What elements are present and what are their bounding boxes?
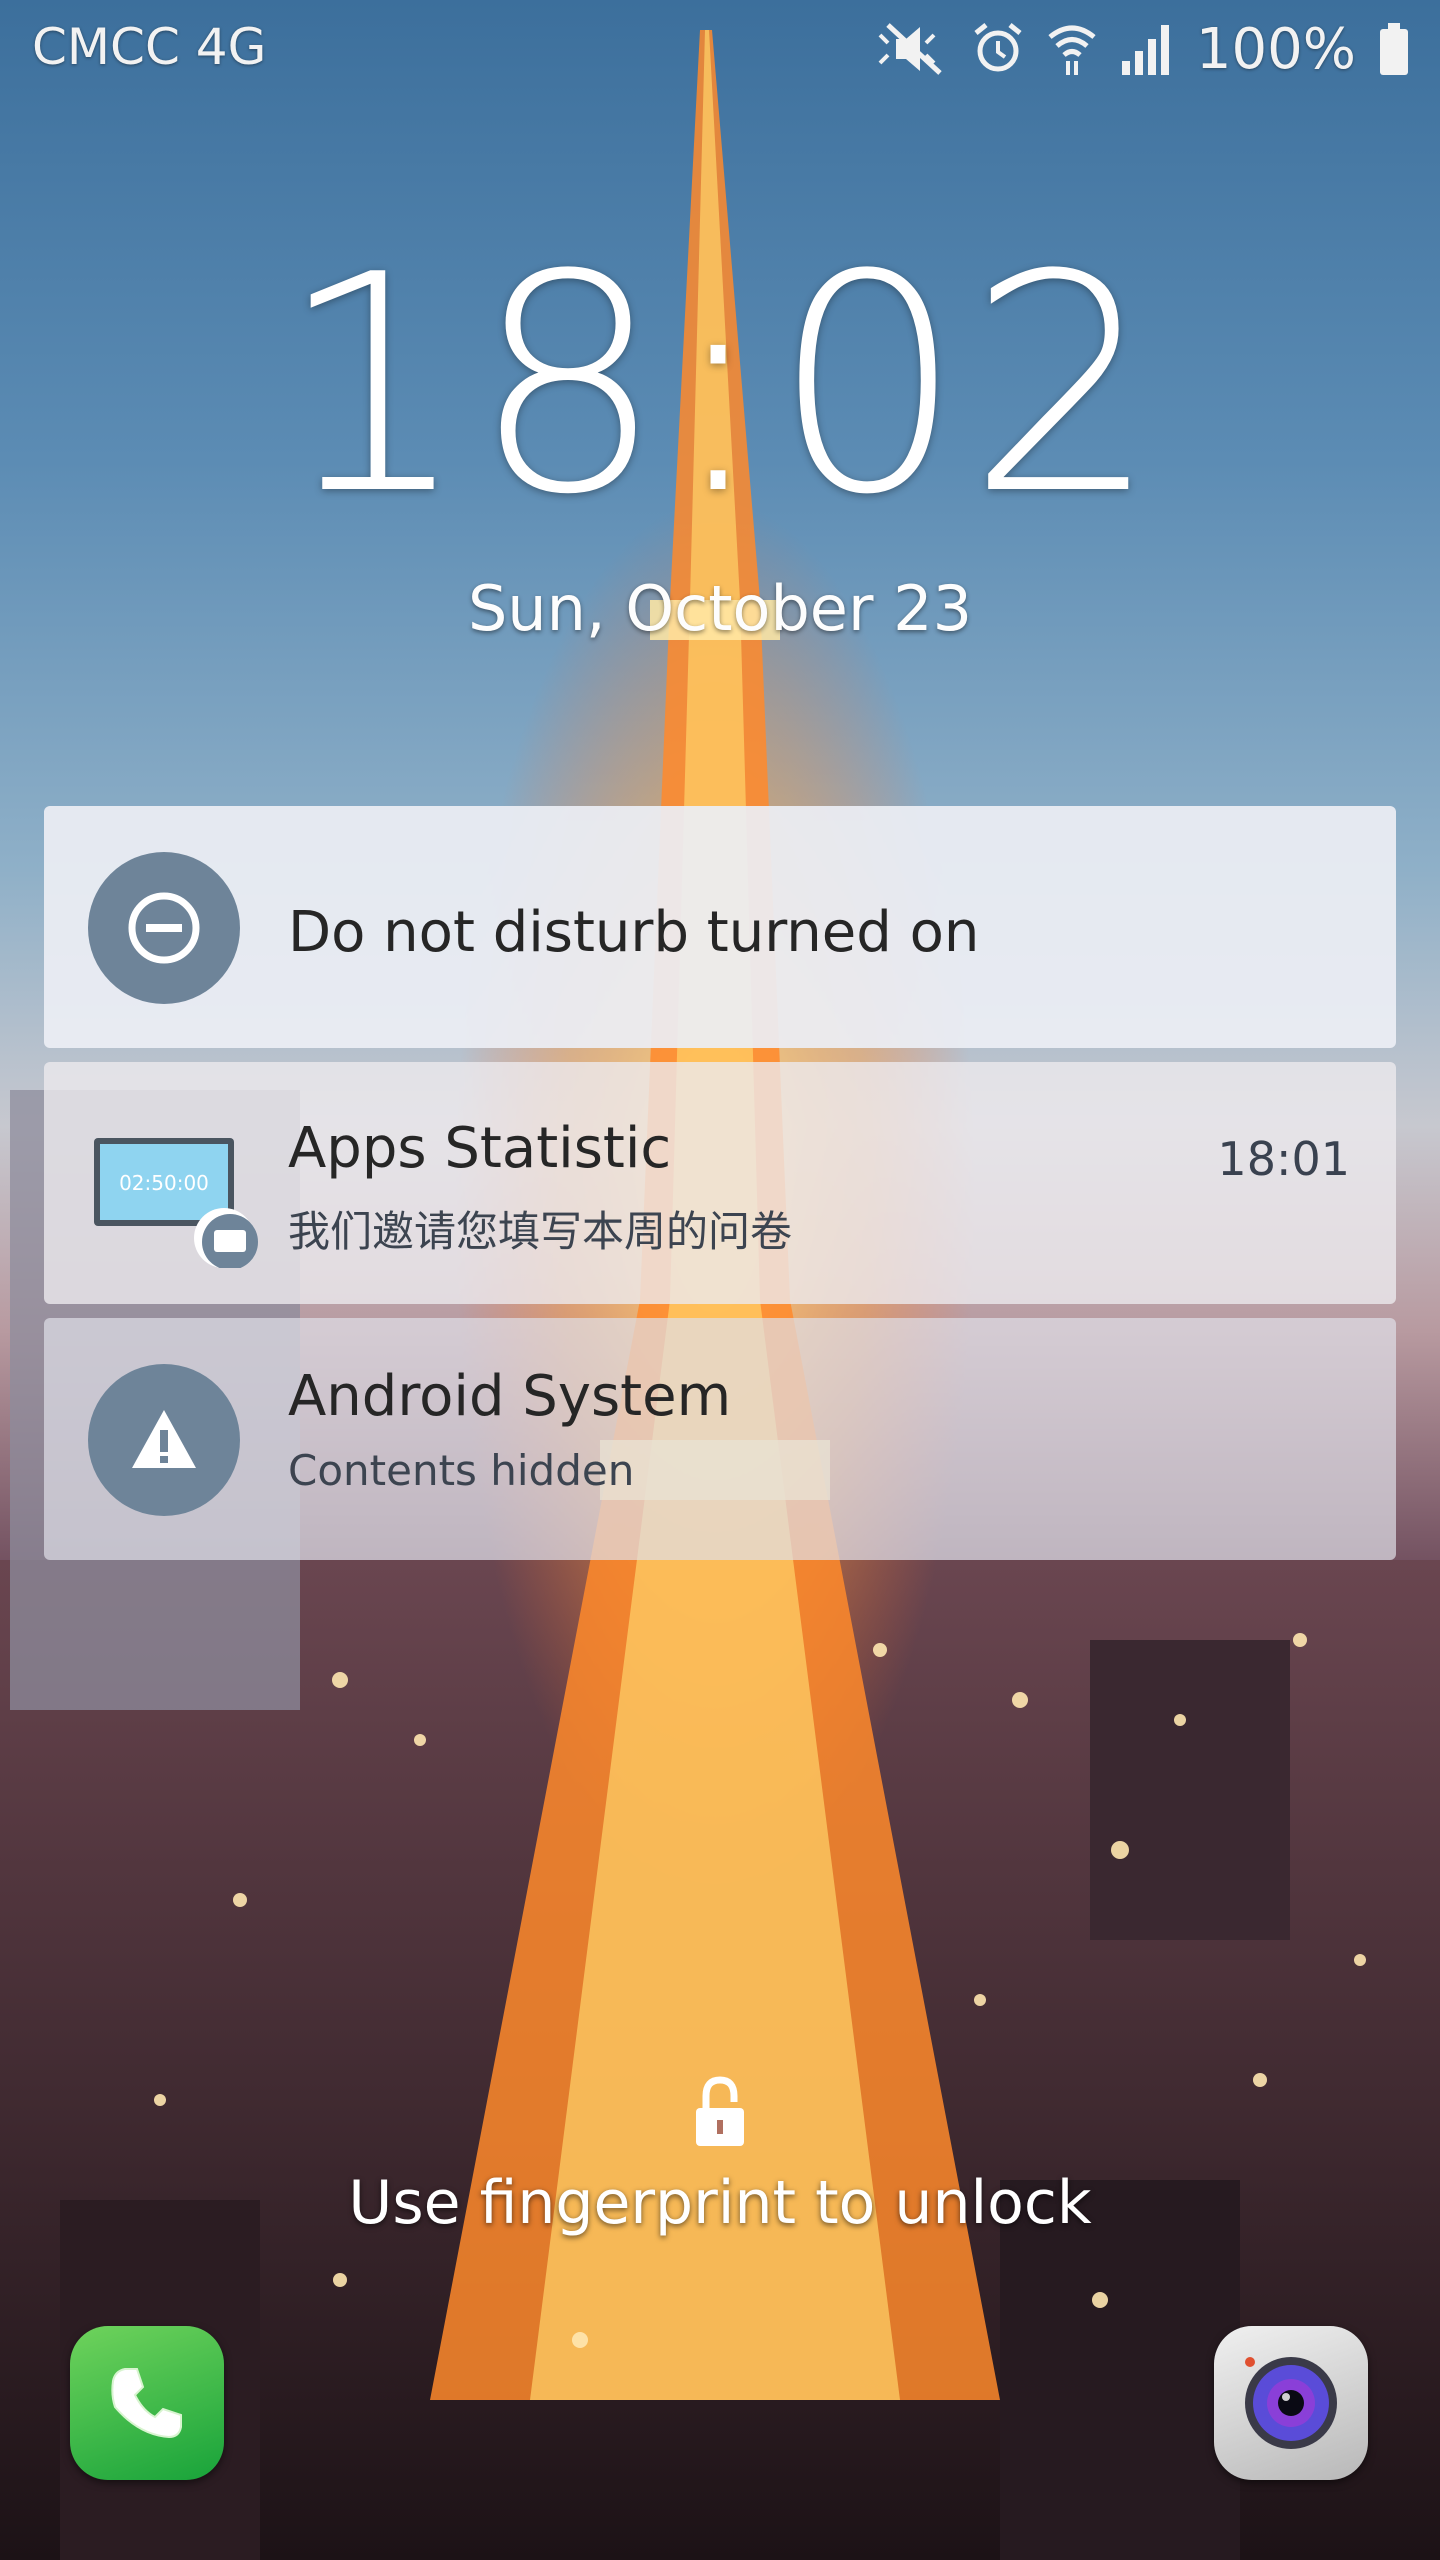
notification-title: Android System [288,1364,732,1429]
alarm-icon [974,23,1022,72]
battery-icon [1380,23,1408,75]
lock-icon [696,2076,744,2146]
battery-percent: 100% [1195,16,1356,82]
phone-icon [111,2368,182,2439]
warning-icon [88,1364,240,1516]
notification-subtitle: Contents hidden [288,1446,635,1495]
notification-title: Do not disturb turned on [288,900,980,965]
notification-do-not-disturb[interactable]: Do not disturb turned on [44,806,1396,1048]
mute-icon [878,23,942,75]
notification-apps-statistic[interactable]: 02:50:00 Apps Statistic 我们邀请您填写本周的问卷 18:… [44,1062,1396,1304]
unlock-hint: Use fingerprint to unlock [348,2168,1092,2238]
lockscreen-date: Sun, October 23 [467,572,973,645]
phone-shortcut[interactable] [70,2326,224,2480]
camera-shortcut[interactable] [1214,2326,1368,2480]
app-icon-timer-text: 02:50:00 [119,1171,209,1195]
status-icons: 100% [874,14,1410,84]
apps-statistic-icon: 02:50:00 [94,1138,264,1270]
do-not-disturb-icon [88,852,240,1004]
lockscreen-clock: 18:02 [277,211,1163,560]
notification-android-system[interactable]: Android System Contents hidden [44,1318,1396,1560]
signal-icon [1121,25,1169,75]
notification-time: 18:01 [1217,1132,1350,1186]
notification-subtitle: 我们邀请您填写本周的问卷 [288,1207,793,1256]
notification-title: Apps Statistic [288,1116,672,1181]
wifi-icon [1048,25,1096,75]
camera-icon [1245,2357,1337,2449]
status-bar: CMCC 4G 100% [0,0,1440,100]
carrier-label: CMCC 4G [32,18,267,76]
